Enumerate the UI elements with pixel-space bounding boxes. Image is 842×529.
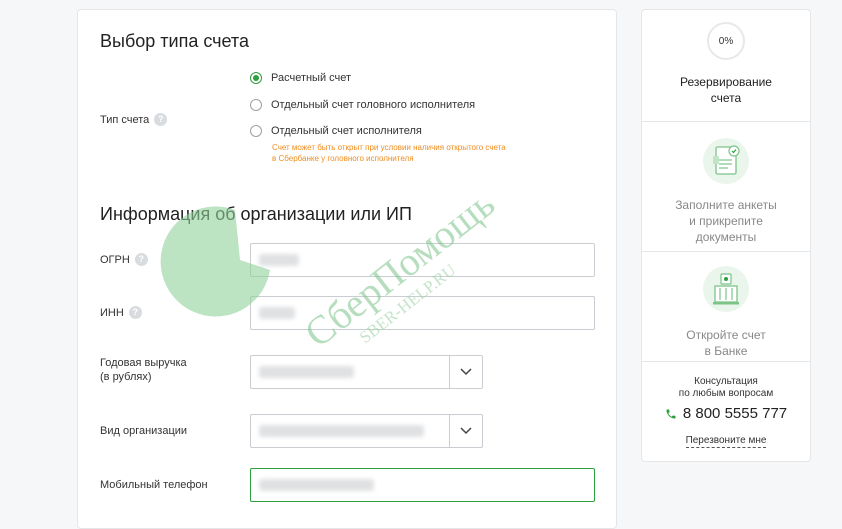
redacted-value (259, 425, 424, 437)
redacted-value (259, 254, 299, 266)
org-info-title: Информация об организации или ИП (100, 204, 412, 224)
account-hint: Счет может быть открыт при условии налич… (272, 143, 506, 163)
progress-sidebar: 0% Резервирование счета Заполните анкеты… (641, 9, 811, 462)
org-type-dropdown-toggle[interactable] (449, 415, 482, 447)
document-form-icon (703, 138, 749, 184)
redacted-value (259, 479, 374, 491)
bank-building-icon (703, 266, 749, 312)
chevron-down-icon[interactable] (460, 368, 472, 376)
step-fill-forms: Заполните анкеты и прикрепите документы (642, 122, 810, 252)
help-icon[interactable]: ? (134, 253, 148, 266)
org-type-label: Вид организации (100, 425, 188, 437)
account-form-card: Выбор типа счета Тип счета ? Расчетный с… (77, 9, 617, 529)
help-icon[interactable]: ? (128, 306, 142, 319)
inn-label: ИНН ? (100, 306, 142, 319)
radio-settlement-account[interactable]: Расчетный счет (250, 72, 351, 84)
callback-link[interactable]: Перезвоните мне (685, 435, 767, 448)
radio-unchecked-icon[interactable] (250, 125, 262, 137)
step-reserve: 0% Резервирование счета (642, 10, 810, 122)
inn-input[interactable] (250, 296, 595, 330)
revenue-select[interactable] (250, 355, 483, 389)
phone-icon (666, 409, 676, 418)
revenue-dropdown-toggle[interactable] (449, 356, 482, 388)
revenue-label: Годовая выручка (в рублях) (100, 357, 187, 383)
ogrn-label: ОГРН ? (100, 253, 148, 266)
redacted-value (259, 366, 354, 378)
radio-head-contractor-account[interactable]: Отдельный счет головного исполнителя (250, 99, 475, 111)
step-open-account: Откройте счет в Банке (642, 252, 810, 362)
chevron-down-icon[interactable] (460, 427, 472, 435)
org-type-select[interactable] (250, 414, 483, 448)
account-type-title: Выбор типа счета (100, 31, 249, 51)
account-type-label: Тип счета ? (100, 113, 168, 126)
help-icon[interactable]: ? (154, 113, 168, 126)
radio-checked-icon[interactable] (250, 72, 262, 84)
consultation-block: Консультация по любым вопросам 8 800 555… (642, 362, 810, 448)
redacted-value (259, 307, 295, 319)
ogrn-input[interactable] (250, 243, 595, 277)
phone-number[interactable]: 8 800 5555 777 (642, 405, 810, 422)
progress-circle: 0% (707, 22, 745, 60)
phone-input[interactable] (250, 468, 595, 502)
radio-unchecked-icon[interactable] (250, 99, 262, 111)
phone-label: Мобильный телефон (100, 479, 208, 491)
radio-contractor-account[interactable]: Отдельный счет исполнителя (250, 125, 422, 137)
